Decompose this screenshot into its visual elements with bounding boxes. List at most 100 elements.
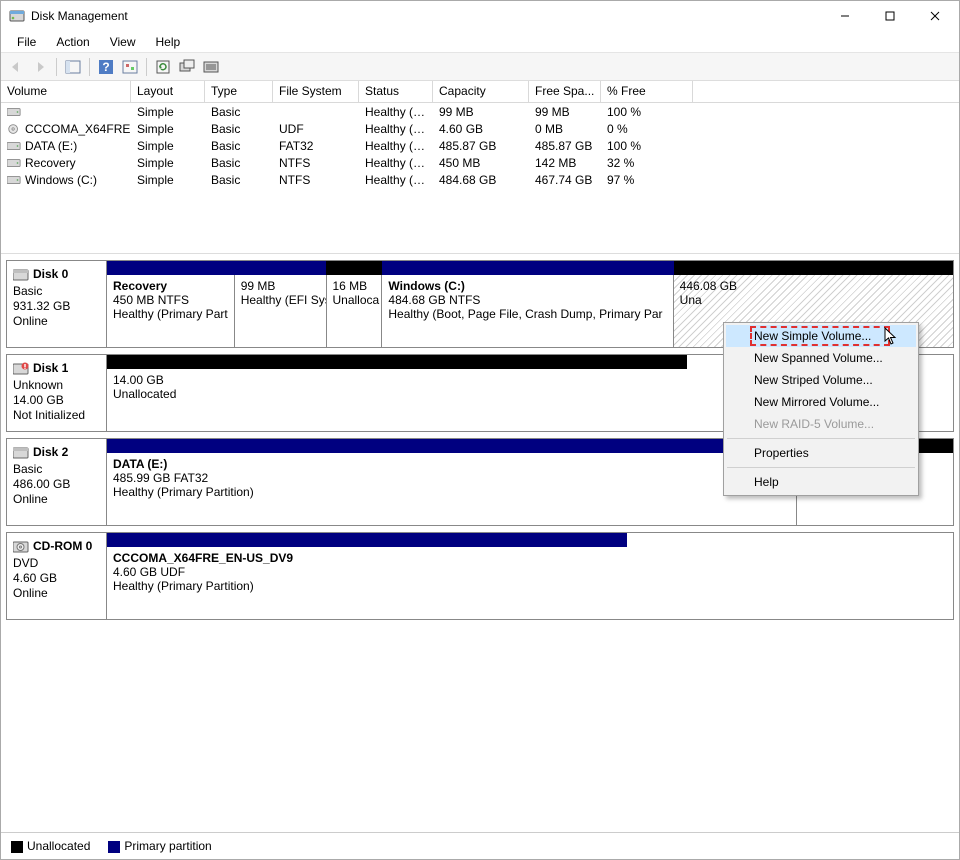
disk-info[interactable]: Disk 1 Unknown14.00 GBNot Initialized [6, 354, 106, 432]
partition[interactable]: 14.00 GBUnallocated [107, 369, 687, 431]
forward-button[interactable] [29, 56, 51, 78]
col-freespace[interactable]: Free Spa... [529, 81, 601, 102]
col-capacity[interactable]: Capacity [433, 81, 529, 102]
volume-name: Recovery [25, 156, 76, 170]
volume-capacity: 484.68 GB [433, 173, 529, 187]
volume-row[interactable]: SimpleBasicHealthy (E...99 MB99 MB100 % [1, 103, 959, 120]
volume-type: Basic [205, 105, 273, 119]
volume-list: Volume Layout Type File System Status Ca… [1, 81, 959, 254]
volume-type: Basic [205, 173, 273, 187]
context-menu-item[interactable]: New Spanned Volume... [726, 347, 916, 369]
action-list-button[interactable] [200, 56, 222, 78]
context-menu-properties[interactable]: Properties [726, 442, 916, 464]
refresh-button[interactable] [152, 56, 174, 78]
volume-type: Basic [205, 122, 273, 136]
volume-capacity: 4.60 GB [433, 122, 529, 136]
back-button[interactable] [5, 56, 27, 78]
partition[interactable]: DATA (E:)485.99 GB FAT32Healthy (Primary… [107, 453, 797, 525]
volume-row[interactable]: CCCOMA_X64FRE...SimpleBasicUDFHealthy (P… [1, 120, 959, 137]
disk-info[interactable]: Disk 2Basic486.00 GBOnline [6, 438, 106, 526]
titlebar: Disk Management [1, 1, 959, 31]
context-menu-item[interactable]: New Mirrored Volume... [726, 391, 916, 413]
context-menu: New Simple Volume...New Spanned Volume..… [723, 322, 919, 496]
volume-free: 99 MB [529, 105, 601, 119]
disk-name: Disk 1 [33, 361, 68, 376]
cursor-icon [884, 327, 898, 348]
disk-state: Not Initialized [13, 408, 100, 423]
volume-type: Basic [205, 156, 273, 170]
partition[interactable]: CCCOMA_X64FRE_EN-US_DV94.60 GB UDFHealth… [107, 547, 627, 619]
partition[interactable]: 99 MBHealthy (EFI Sys [235, 275, 327, 347]
partition-title: DATA (E:) [113, 457, 790, 471]
disk-type: Basic [13, 284, 100, 299]
legend-swatch-unallocated [11, 841, 23, 853]
col-filesystem[interactable]: File System [273, 81, 359, 102]
minimize-button[interactable] [822, 2, 867, 30]
volume-name: DATA (E:) [25, 139, 77, 153]
disk-type: Unknown [13, 378, 100, 393]
col-layout[interactable]: Layout [131, 81, 205, 102]
partition-status: Unalloca [333, 293, 376, 307]
menu-view[interactable]: View [100, 32, 146, 52]
volume-pctfree: 100 % [601, 105, 693, 119]
menu-action[interactable]: Action [46, 32, 99, 52]
partition-title: Windows (C:) [388, 279, 666, 293]
legend-swatch-primary [108, 841, 120, 853]
legend: Unallocated Primary partition [1, 832, 959, 859]
volume-layout: Simple [131, 156, 205, 170]
toolbar: ? [1, 53, 959, 81]
partition[interactable]: 16 MBUnalloca [327, 275, 383, 347]
partition-size: 484.68 GB NTFS [388, 293, 666, 307]
partition-size: 4.60 GB UDF [113, 565, 621, 579]
disk-size: 486.00 GB [13, 477, 100, 492]
close-button[interactable] [912, 2, 957, 30]
volume-layout: Simple [131, 105, 205, 119]
volume-status: Healthy (P... [359, 139, 433, 153]
context-menu-item[interactable]: New Simple Volume... [726, 325, 916, 347]
partition-title: Recovery [113, 279, 228, 293]
partition-title: CCCOMA_X64FRE_EN-US_DV9 [113, 551, 621, 565]
volume-capacity: 485.87 GB [433, 139, 529, 153]
partition-status: Healthy (Primary Part [113, 307, 228, 321]
volume-pctfree: 100 % [601, 139, 693, 153]
volume-capacity: 450 MB [433, 156, 529, 170]
volume-free: 142 MB [529, 156, 601, 170]
menu-help[interactable]: Help [146, 32, 191, 52]
app-icon [9, 8, 25, 24]
show-hide-tree-button[interactable] [62, 56, 84, 78]
col-volume[interactable]: Volume [1, 81, 131, 102]
partition-status: Healthy (EFI Sys [241, 293, 320, 307]
volume-status: Healthy (P... [359, 122, 433, 136]
volume-layout: Simple [131, 139, 205, 153]
volume-row[interactable]: RecoverySimpleBasicNTFSHealthy (P...450 … [1, 154, 959, 171]
disk-size: 14.00 GB [13, 393, 100, 408]
partition-status: Healthy (Primary Partition) [113, 579, 621, 593]
volume-pctfree: 32 % [601, 156, 693, 170]
help-button[interactable]: ? [95, 56, 117, 78]
disk-info[interactable]: Disk 0Basic931.32 GBOnline [6, 260, 106, 348]
volume-type: Basic [205, 139, 273, 153]
context-menu-item: New RAID-5 Volume... [726, 413, 916, 435]
disk-info[interactable]: CD-ROM 0DVD4.60 GBOnline [6, 532, 106, 620]
partition-status: Una [680, 293, 947, 307]
volume-row[interactable]: DATA (E:)SimpleBasicFAT32Healthy (P...48… [1, 137, 959, 154]
disk-state: Online [13, 314, 100, 329]
volume-capacity: 99 MB [433, 105, 529, 119]
settings-button[interactable] [119, 56, 141, 78]
col-pctfree[interactable]: % Free [601, 81, 693, 102]
disk-partitions: CCCOMA_X64FRE_EN-US_DV94.60 GB UDFHealth… [106, 532, 954, 620]
menu-file[interactable]: File [7, 32, 46, 52]
maximize-button[interactable] [867, 2, 912, 30]
partition[interactable]: Recovery450 MB NTFSHealthy (Primary Part [107, 275, 235, 347]
rescan-button[interactable] [176, 56, 198, 78]
disk-row: CD-ROM 0DVD4.60 GBOnlineCCCOMA_X64FRE_EN… [6, 532, 954, 620]
col-type[interactable]: Type [205, 81, 273, 102]
partition-size: 16 MB [333, 279, 376, 293]
volume-layout: Simple [131, 122, 205, 136]
context-menu-item[interactable]: New Striped Volume... [726, 369, 916, 391]
volume-row[interactable]: Windows (C:)SimpleBasicNTFSHealthy (B...… [1, 171, 959, 188]
partition[interactable]: Windows (C:)484.68 GB NTFSHealthy (Boot,… [382, 275, 673, 347]
context-menu-help[interactable]: Help [726, 471, 916, 493]
col-status[interactable]: Status [359, 81, 433, 102]
volume-layout: Simple [131, 173, 205, 187]
